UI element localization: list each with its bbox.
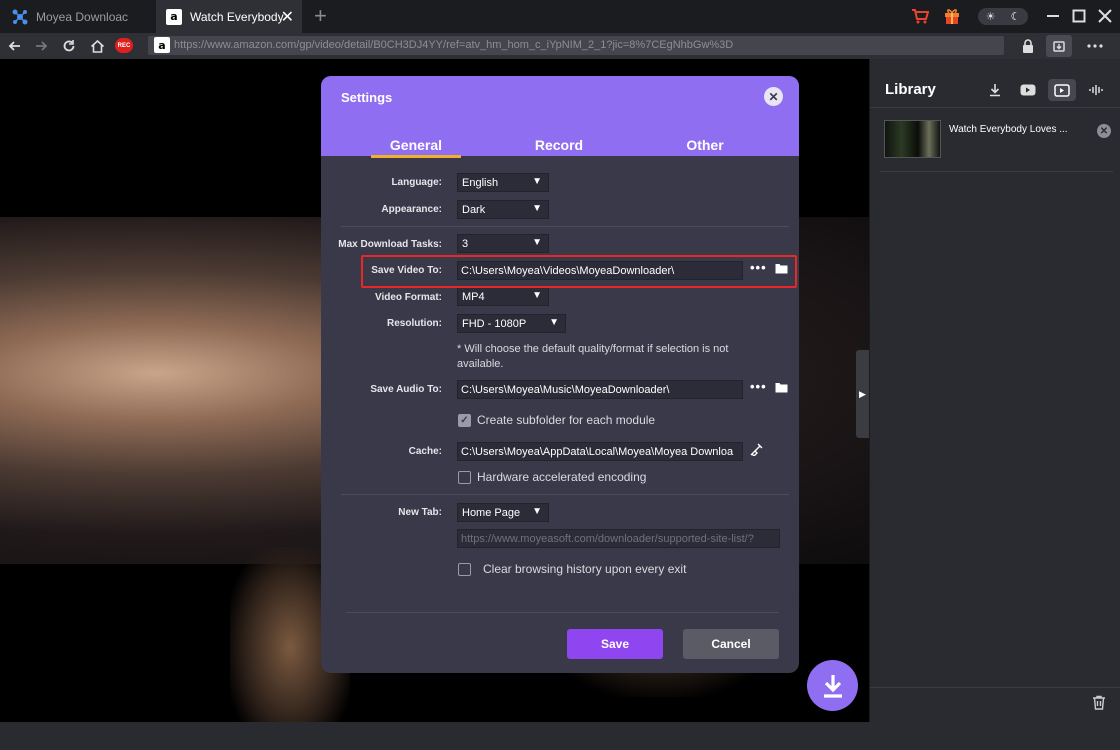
settings-dialog: Settings ✕ General Record Other Language… — [321, 76, 799, 673]
minimize-button[interactable] — [1042, 5, 1064, 27]
close-window-button[interactable] — [1094, 5, 1116, 27]
sun-icon: ☀ — [985, 11, 996, 23]
divider — [880, 171, 1113, 172]
new-tab-select[interactable]: Home Page ▼ — [457, 503, 549, 522]
new-tab-label: New Tab: — [398, 507, 442, 518]
library-item-title: Watch Everybody Loves ... — [949, 124, 1068, 135]
chevron-down-icon: ▼ — [532, 290, 542, 301]
cancel-button[interactable]: Cancel — [683, 629, 779, 659]
chevron-down-icon: ▼ — [532, 237, 542, 248]
download-icon[interactable] — [981, 79, 1009, 101]
hardware-accel-label: Hardware accelerated encoding — [477, 470, 647, 484]
hardware-accel-checkbox[interactable] — [458, 471, 471, 484]
dialog-header: Settings ✕ General Record Other — [321, 76, 799, 158]
cache-path-field[interactable]: C:\Users\Moyea\AppData\Local\Moyea\Moyea… — [457, 442, 743, 461]
appearance-label: Appearance: — [381, 204, 442, 215]
chevron-down-icon: ▼ — [532, 176, 542, 187]
clean-cache-icon[interactable] — [750, 443, 763, 459]
moon-icon: ☾ — [1010, 11, 1021, 23]
video-format-label: Video Format: — [374, 292, 442, 303]
tab-amazon-video[interactable]: a Watch Everybody ✕ — [156, 0, 302, 33]
video-library-icon[interactable] — [1048, 79, 1076, 101]
amazon-icon: a — [166, 8, 182, 25]
remove-item-icon[interactable]: ✕ — [1097, 124, 1111, 138]
divider — [870, 107, 1120, 108]
divider — [341, 226, 789, 227]
title-bar: Moyea Downloac a Watch Everybody ✕ + ☀ ☾ — [0, 0, 1120, 33]
new-tab-value: Home Page — [462, 506, 521, 519]
save-button[interactable]: Save — [567, 629, 663, 659]
video-format-select[interactable]: MP4 ▼ — [457, 287, 549, 306]
tab-label: Moyea Downloac — [36, 9, 129, 24]
resolution-select[interactable]: FHD - 1080P ▼ — [457, 314, 566, 333]
tab-record[interactable]: Record — [514, 137, 604, 153]
status-bar — [0, 722, 1120, 750]
gift-icon[interactable] — [941, 5, 963, 27]
video-thumbnail — [884, 120, 941, 158]
cache-label: Cache: — [408, 446, 442, 457]
theme-toggle[interactable]: ☀ ☾ — [978, 8, 1028, 25]
max-download-tasks-label: Max Download Tasks: — [338, 239, 442, 250]
clear-history-checkbox[interactable] — [458, 563, 471, 576]
floating-download-button[interactable] — [807, 660, 858, 711]
forward-arrow-icon[interactable] — [32, 37, 50, 55]
subfolder-label: Create subfolder for each module — [477, 413, 656, 427]
dialog-title: Settings — [341, 90, 393, 105]
chevron-right-icon: ▶ — [859, 388, 866, 399]
library-toggle-handle[interactable]: ▶ — [856, 350, 869, 438]
max-download-tasks-select[interactable]: 3 ▼ — [457, 234, 549, 253]
url-text: https://www.amazon.com/gp/video/detail/B… — [174, 39, 734, 51]
tab-general[interactable]: General — [371, 137, 461, 158]
chevron-down-icon: ▼ — [549, 317, 559, 328]
subfolder-checkbox[interactable]: ✓ — [458, 414, 471, 427]
refresh-icon[interactable] — [60, 37, 78, 55]
divider — [341, 494, 789, 495]
youtube-icon[interactable] — [1014, 79, 1042, 101]
close-dialog-icon[interactable]: ✕ — [764, 87, 783, 106]
folder-icon[interactable] — [775, 382, 788, 396]
save-video-highlight-box — [361, 255, 797, 288]
close-tab-icon[interactable]: ✕ — [281, 7, 294, 27]
audio-library-icon[interactable] — [1082, 79, 1110, 101]
save-audio-path-field[interactable]: C:\Users\Moyea\Music\MoyeaDownloader\ — [457, 380, 743, 399]
trash-icon[interactable] — [1092, 695, 1106, 713]
language-value: English — [462, 176, 499, 189]
divider — [346, 612, 779, 613]
library-title: Library — [885, 81, 936, 98]
tab-label: Watch Everybody — [190, 9, 284, 24]
more-menu-icon[interactable] — [1086, 37, 1104, 55]
tab-moyea-home[interactable]: Moyea Downloac — [0, 0, 156, 33]
clear-history-label: Clear browsing history upon every exit — [483, 562, 687, 576]
video-format-value: MP4 — [462, 290, 485, 303]
new-tab-button[interactable]: + — [314, 3, 327, 29]
library-panel: Library Watch Everybody Loves ... ✕ — [869, 59, 1120, 722]
maximize-button[interactable] — [1068, 5, 1090, 27]
browse-dots-icon[interactable]: ••• — [750, 379, 767, 394]
back-arrow-icon[interactable] — [6, 37, 24, 55]
amazon-icon: a — [154, 37, 170, 53]
record-button[interactable]: REC — [115, 38, 133, 53]
save-audio-label: Save Audio To: — [370, 384, 442, 395]
language-label: Language: — [391, 177, 442, 188]
tab-other[interactable]: Other — [660, 137, 750, 153]
download-icon — [823, 674, 842, 698]
download-list-icon[interactable] — [1046, 35, 1072, 57]
chevron-down-icon: ▼ — [532, 203, 542, 214]
cart-icon[interactable] — [909, 5, 931, 27]
chevron-down-icon: ▼ — [532, 506, 542, 517]
appearance-select[interactable]: Dark ▼ — [457, 200, 549, 219]
quality-note: * Will choose the default quality/format… — [457, 343, 729, 370]
resolution-label: Resolution: — [387, 318, 442, 329]
language-select[interactable]: English ▼ — [457, 173, 549, 192]
home-icon[interactable] — [88, 37, 106, 55]
library-item[interactable]: Watch Everybody Loves ... ✕ — [880, 117, 1113, 171]
moyea-logo-icon — [12, 9, 28, 25]
max-download-tasks-value: 3 — [462, 237, 469, 250]
lock-icon[interactable] — [1019, 37, 1037, 55]
new-tab-url-field: https://www.moyeasoft.com/downloader/sup… — [457, 529, 780, 548]
appearance-value: Dark — [462, 203, 486, 216]
resolution-value: FHD - 1080P — [462, 317, 527, 330]
divider — [870, 687, 1120, 688]
